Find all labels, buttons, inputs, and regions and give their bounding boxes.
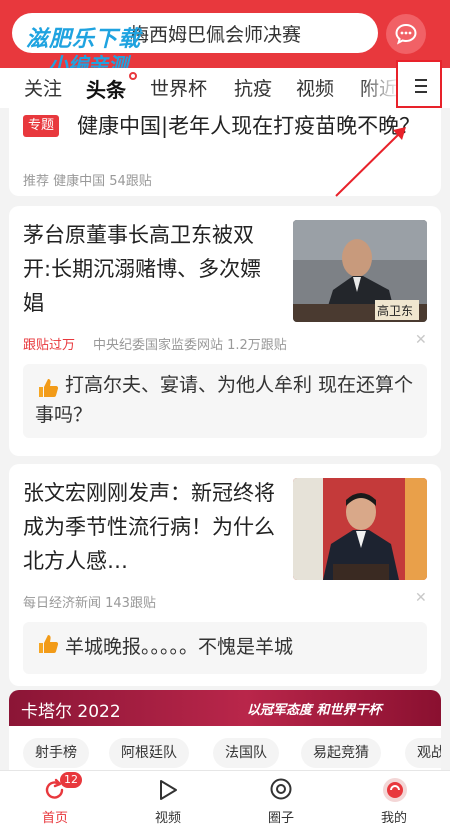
chip-top-scorers[interactable]: 射手榜 bbox=[23, 738, 89, 768]
news-card-moutai[interactable]: 茅台原董事长高卫东被双开:长期沉溺赌博、多次嫖娼 高卫东 跟贴过万 中央纪委国家… bbox=[9, 206, 441, 456]
world-cup-banner[interactable]: 卡塔尔 2022 以冠军态度 和世界干杯 bbox=[9, 690, 441, 726]
tab-world-cup[interactable]: 世界杯 bbox=[150, 74, 207, 101]
chip-watch[interactable]: 观战 bbox=[405, 738, 441, 768]
tab-follow[interactable]: 关注 bbox=[24, 74, 62, 101]
nav-me[interactable]: 我的 bbox=[349, 771, 439, 826]
doctor-portrait-image bbox=[293, 478, 427, 580]
top-header: 梅西姆巴佩会师决赛 滋肥乐下载 小编亲测 bbox=[0, 0, 450, 77]
hamburger-line bbox=[415, 85, 427, 87]
nav-label: 视频 bbox=[154, 811, 181, 826]
news-meta: 中央纪委国家监委网站 1.2万跟贴 bbox=[93, 338, 287, 353]
news-meta: 每日经济新闻 143跟贴 bbox=[23, 596, 156, 611]
tab-new-dot bbox=[129, 72, 137, 80]
tab-fade-overlay bbox=[360, 68, 400, 108]
message-button[interactable] bbox=[386, 14, 426, 54]
hot-label: 跟贴过万 bbox=[23, 338, 76, 353]
tab-headlines[interactable]: 头条 bbox=[86, 74, 126, 103]
news-thumbnail[interactable]: 高卫东 bbox=[293, 220, 427, 322]
channel-tabs: 关注 头条 世界杯 抗疫 视频 附近 bbox=[0, 68, 450, 108]
dislike-close-icon[interactable]: ✕ bbox=[415, 590, 427, 606]
chip-argentina[interactable]: 阿根廷队 bbox=[109, 738, 189, 768]
world-cup-panel: 卡塔尔 2022 以冠军态度 和世界干杯 射手榜 阿根廷队 法国队 易起竞猜 观… bbox=[9, 690, 441, 770]
nav-label: 首页 bbox=[41, 811, 68, 826]
news-title[interactable]: 茅台原董事长高卫东被双开:长期沉溺赌博、多次嫖娼 bbox=[23, 218, 281, 320]
avatar-icon bbox=[383, 778, 407, 802]
news-title[interactable]: 张文宏刚刚发声：新冠终将成为季节性流行病！为什么北方人感… bbox=[23, 476, 281, 578]
nav-circle[interactable]: 圈子 bbox=[236, 771, 326, 826]
nav-video[interactable]: 视频 bbox=[123, 771, 213, 826]
news-card-zhang-wenhong[interactable]: 张文宏刚刚发声：新冠终将成为季节性流行病！为什么北方人感… 每日经济新闻 143… bbox=[9, 464, 441, 686]
hamburger-line bbox=[415, 91, 427, 93]
hot-comment-text: 打高尔夫、宴请、为他人牟利 现在还算个事吗？ bbox=[35, 374, 414, 426]
tab-anti-epidemic[interactable]: 抗疫 bbox=[234, 74, 272, 101]
chip-france[interactable]: 法国队 bbox=[213, 738, 279, 768]
hot-comment-box[interactable]: 打高尔夫、宴请、为他人牟利 现在还算个事吗？ bbox=[23, 364, 427, 438]
hamburger-menu-icon bbox=[415, 79, 427, 81]
world-cup-title: 卡塔尔 2022 bbox=[21, 702, 121, 722]
dislike-close-icon[interactable]: ✕ bbox=[415, 332, 427, 348]
unread-badge: 12 bbox=[60, 772, 82, 788]
chat-bubble-icon bbox=[395, 23, 417, 45]
channel-menu-button[interactable] bbox=[396, 60, 442, 108]
hot-comment-box[interactable]: 羊城晚报。。。。。不愧是羊城 bbox=[23, 622, 427, 674]
world-cup-slogan: 以冠军态度 和世界干杯 bbox=[247, 703, 382, 718]
news-card-health[interactable]: 专题 健康中国|老年人现在打疫苗晚不晚？ 推荐 健康中国 54跟贴 bbox=[9, 108, 441, 196]
search-hint-text: 梅西姆巴佩会师决赛 bbox=[130, 24, 302, 46]
play-icon bbox=[160, 780, 177, 800]
news-title[interactable]: 健康中国|老年人现在打疫苗晚不晚？ bbox=[23, 110, 423, 142]
news-thumbnail[interactable] bbox=[293, 478, 427, 580]
nav-label: 圈子 bbox=[267, 811, 294, 826]
news-meta: 推荐 健康中国 54跟贴 bbox=[23, 174, 152, 189]
thumbnail-caption: 高卫东 bbox=[377, 304, 414, 318]
tab-video[interactable]: 视频 bbox=[296, 74, 334, 101]
location-circle-icon bbox=[270, 778, 292, 800]
nav-label: 我的 bbox=[380, 811, 407, 826]
hot-comment-text: 羊城晚报。。。。。不愧是羊城 bbox=[65, 636, 294, 658]
search-bar[interactable]: 梅西姆巴佩会师决赛 滋肥乐下载 小编亲测 bbox=[12, 13, 378, 77]
nav-home[interactable]: 12 首页 bbox=[10, 771, 100, 826]
bottom-navigation: 12 首页 视频 圈子 我的 bbox=[0, 770, 450, 826]
chip-prediction[interactable]: 易起竞猜 bbox=[301, 738, 381, 768]
